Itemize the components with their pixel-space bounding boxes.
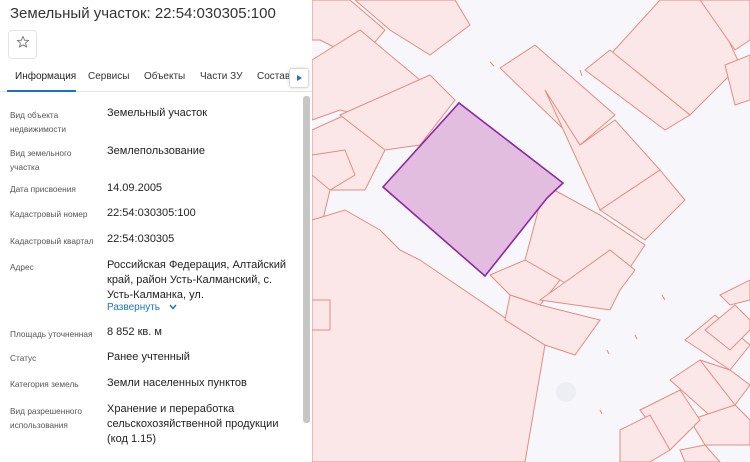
field-label-object-type: Вид объекта недвижимости (10, 110, 66, 134)
chevron-down-icon (169, 302, 177, 313)
info-panel: Земельный участок: 22:54:030305:100 Инфо… (0, 0, 312, 462)
active-tab-indicator (7, 90, 76, 92)
land-parcel (311, 299, 331, 331)
tab-services[interactable]: Сервисы (88, 71, 129, 82)
triangle-right-icon (295, 69, 303, 87)
favorite-button[interactable] (8, 30, 37, 59)
field-value-object-type: Земельный участок (107, 107, 208, 119)
field-value-area: 8 852 кв. м (107, 326, 162, 338)
field-value-status: Ранее учтенный (107, 351, 190, 363)
tab-information[interactable]: Информация (15, 71, 76, 82)
tab-composition[interactable]: Состав (257, 71, 290, 82)
field-value-cadastral-number: 22:54:030305:100 (107, 207, 196, 219)
field-label-permitted-use: Вид разрешенного использования (10, 406, 82, 430)
panel-scrollbar[interactable] (303, 96, 310, 423)
field-value-permitted-use: Хранение и переработка сельскохозяйствен… (107, 403, 279, 445)
expand-label: Развернуть (107, 302, 161, 313)
tab-parcel-parts[interactable]: Части ЗУ (200, 71, 242, 82)
field-label-land-category: Категория земель (10, 379, 79, 389)
field-label-cadastral-quarter: Кадастровый квартал (10, 236, 94, 246)
page-title: Земельный участок: 22:54:030305:100 (10, 5, 276, 22)
tab-bar: Информация Сервисы Объекты Части ЗУ Сост… (0, 66, 312, 92)
expand-address-link[interactable]: Развернуть (107, 302, 177, 313)
star-icon (16, 35, 30, 54)
field-value-assign-date: 14.09.2005 (107, 182, 163, 194)
field-label-assign-date: Дата присвоения (10, 184, 76, 194)
field-value-address: Российская Федерация, Алтайский край, ра… (107, 259, 287, 301)
field-value-land-category: Земли населенных пунктов (107, 377, 247, 389)
field-label-area: Площадь уточненная (10, 329, 93, 339)
field-label-land-type: Вид земельного участка (10, 148, 72, 172)
tabs-scroll-right-button[interactable] (289, 68, 309, 88)
field-label-address: Адрес (10, 262, 34, 272)
tab-objects[interactable]: Объекты (144, 71, 185, 82)
field-value-land-type: Землепользование (107, 145, 206, 157)
field-value-cadastral-quarter: 22:54:030305 (107, 233, 175, 245)
field-label-status: Статус (10, 353, 37, 363)
field-label-cadastral-number: Кадастровый номер (10, 209, 88, 219)
